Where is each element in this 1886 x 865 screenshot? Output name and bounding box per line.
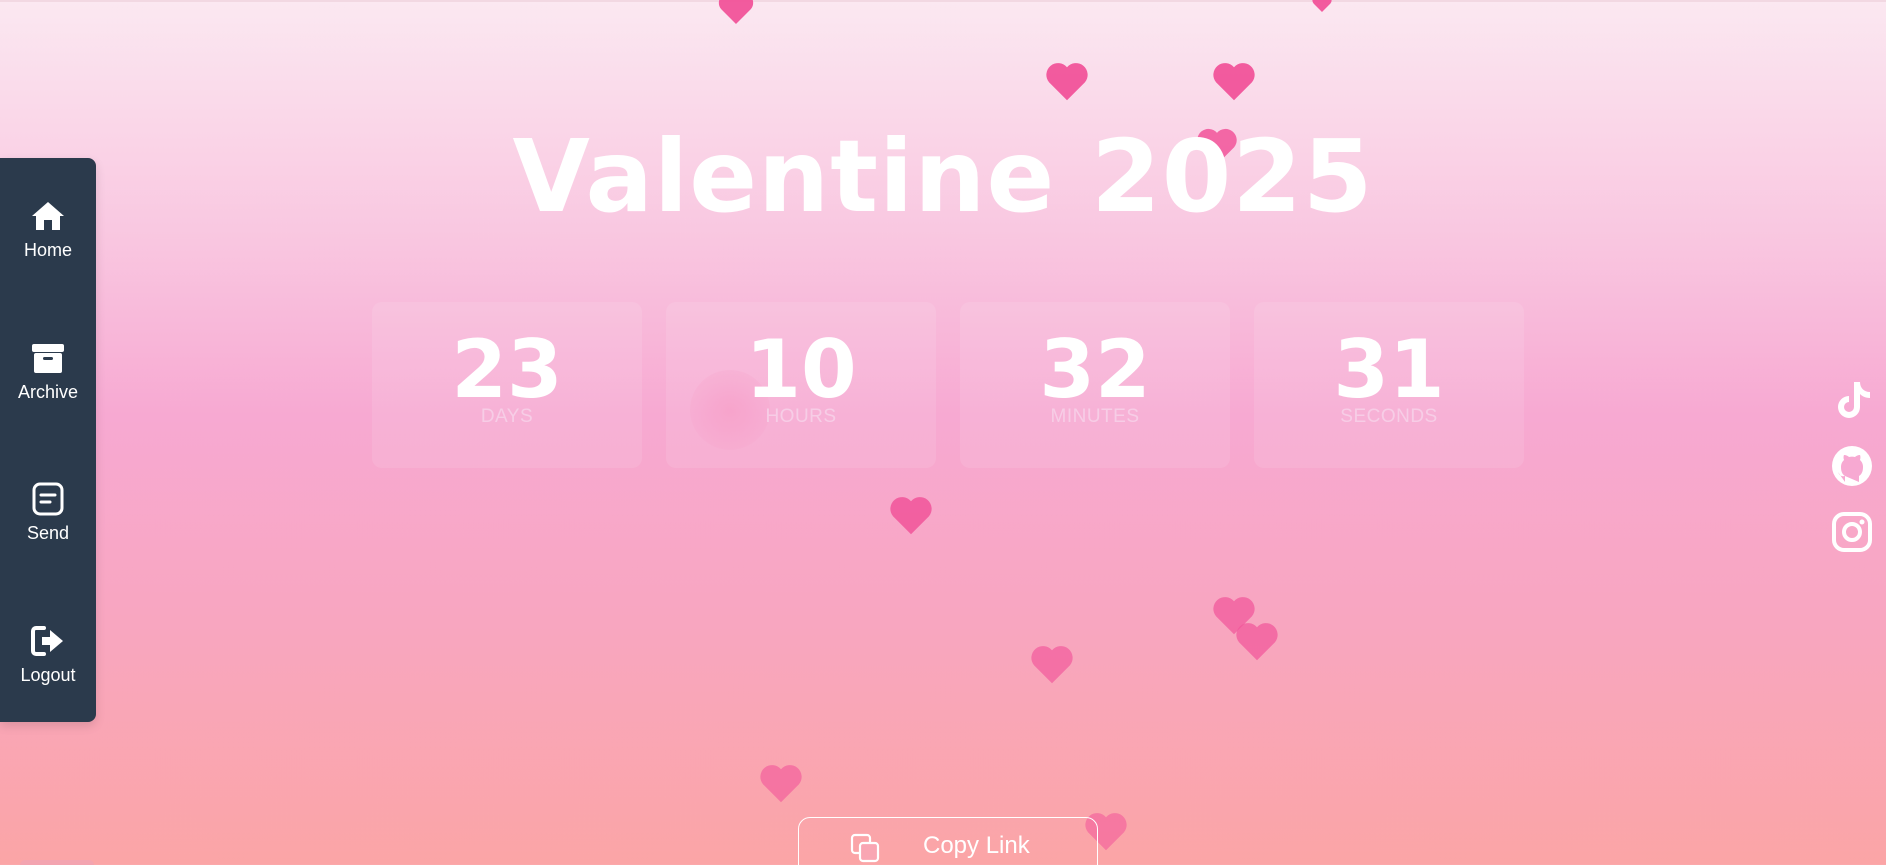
logout-icon (31, 625, 63, 656)
days-value: 23 (451, 323, 563, 416)
heart-icon (1046, 63, 1088, 101)
countdown: 23 DAYS 10 HOURS 32 MINUTES 31 SECONDS (372, 302, 1524, 468)
archive-icon (32, 343, 64, 373)
tiktok-icon[interactable] (1830, 378, 1874, 422)
heart-icon (718, 0, 754, 24)
minutes-label: MINUTES (1050, 406, 1140, 427)
sidebar-item-archive[interactable]: Archive (0, 340, 96, 403)
heart-icon (760, 765, 802, 803)
copy-link-button[interactable]: Copy Link (798, 817, 1098, 865)
bottom-pill (20, 860, 94, 865)
social-links (1830, 378, 1874, 554)
minutes-value: 32 (1039, 323, 1151, 416)
seconds-label: SECONDS (1340, 406, 1438, 427)
heart-icon (890, 497, 932, 535)
copy-icon (850, 833, 880, 863)
sidebar-item-label: Home (23, 240, 72, 260)
hours-value: 10 (745, 323, 857, 416)
countdown-seconds: 31 SECONDS (1254, 302, 1524, 468)
send-icon (32, 482, 64, 516)
top-edge (0, 0, 1886, 2)
heart-icon (1213, 63, 1255, 101)
heart-icon (1236, 623, 1278, 661)
sidebar-item-label: Archive (17, 381, 79, 402)
sidebar-item-logout[interactable]: Logout (0, 623, 96, 686)
seconds-value: 31 (1333, 323, 1445, 416)
github-icon[interactable] (1830, 444, 1874, 488)
heart-icon (1312, 0, 1332, 12)
copy-link-label: Copy Link (923, 832, 1030, 859)
sidebar: Home Archive Send Logout (0, 158, 96, 722)
sidebar-item-label: Logout (20, 664, 76, 685)
page-title: Valentine 2025 (512, 118, 1374, 235)
heart-icon (1031, 646, 1073, 684)
countdown-minutes: 32 MINUTES (960, 302, 1230, 468)
hours-label: HOURS (765, 406, 837, 427)
sidebar-item-label: Send (26, 523, 70, 544)
instagram-icon[interactable] (1830, 510, 1874, 554)
countdown-hours: 10 HOURS (666, 302, 936, 468)
days-label: DAYS (480, 406, 534, 427)
countdown-days: 23 DAYS (372, 302, 642, 468)
sidebar-item-send[interactable]: Send (0, 481, 96, 544)
